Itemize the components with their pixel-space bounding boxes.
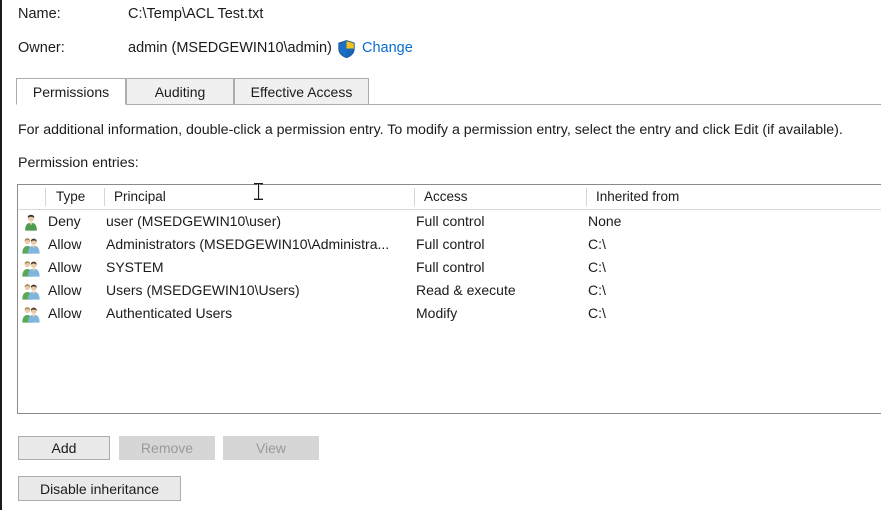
cell-access: Full control xyxy=(416,213,485,229)
permission-rows: Deny user (MSEDGEWIN10\user) Full control N… xyxy=(18,210,881,325)
cell-type: Deny xyxy=(48,213,81,229)
tab-effective-access-label: Effective Access xyxy=(250,84,353,100)
remove-button[interactable]: Remove xyxy=(119,436,215,460)
info-text: For additional information, double-click… xyxy=(18,122,843,138)
cell-type: Allow xyxy=(48,259,82,275)
cell-inherited-from: C:\ xyxy=(588,259,606,275)
column-header-inherited-from[interactable]: Inherited from xyxy=(588,185,788,209)
permission-entries-label: Permission entries: xyxy=(18,155,139,171)
cell-inherited-from: C:\ xyxy=(588,282,606,298)
owner-value: admin (MSEDGEWIN10\admin) xyxy=(128,40,332,56)
column-header-icon[interactable] xyxy=(20,185,46,209)
name-label: Name: xyxy=(18,6,61,22)
view-button[interactable]: View xyxy=(223,436,319,460)
tab-effective-access[interactable]: Effective Access xyxy=(234,78,369,105)
cell-access: Full control xyxy=(416,259,485,275)
user-icon xyxy=(22,213,40,231)
column-header-principal[interactable]: Principal xyxy=(106,185,411,209)
group-icon xyxy=(22,282,40,300)
table-row[interactable]: Deny user (MSEDGEWIN10\user) Full control N… xyxy=(18,210,881,233)
uac-shield-icon xyxy=(338,40,355,59)
group-icon xyxy=(22,259,40,277)
cell-inherited-from: C:\ xyxy=(588,305,606,321)
cell-access: Full control xyxy=(416,236,485,252)
add-button[interactable]: Add xyxy=(18,436,110,460)
column-separator xyxy=(414,188,415,206)
cell-inherited-from: None xyxy=(588,213,622,229)
tab-permissions[interactable]: Permissions xyxy=(16,78,126,105)
column-separator xyxy=(586,188,587,206)
name-value: C:\Temp\ACL Test.txt xyxy=(128,6,264,22)
column-header-access[interactable]: Access xyxy=(416,185,581,209)
advanced-security-settings-dialog: Name: C:\Temp\ACL Test.txt Owner: admin … xyxy=(0,0,881,510)
table-row[interactable]: Allow SYSTEM Full control C:\ xyxy=(18,256,881,279)
cell-access: Read & execute xyxy=(416,282,516,298)
table-row[interactable]: Allow Users (MSEDGEWIN10\Users) Read & exe… xyxy=(18,279,881,302)
cell-principal: user (MSEDGEWIN10\user) xyxy=(106,213,282,229)
owner-label: Owner: xyxy=(18,40,65,56)
tab-permissions-label: Permissions xyxy=(32,84,110,100)
cell-principal: SYSTEM xyxy=(106,259,164,275)
cell-principal: Users (MSEDGEWIN10\Users) xyxy=(106,282,300,298)
cell-inherited-from: C:\ xyxy=(588,236,606,252)
list-column-header: Type Principal Access Inherited from xyxy=(18,185,881,210)
tab-auditing[interactable]: Auditing xyxy=(126,78,234,105)
cell-type: Allow xyxy=(48,305,82,321)
table-row[interactable]: Allow Administrators (MSEDGEWIN10\Adminis… xyxy=(18,233,881,256)
group-icon xyxy=(22,305,40,323)
change-owner-link[interactable]: Change xyxy=(362,40,413,56)
tab-strip: Permissions Auditing Effective Access xyxy=(16,78,881,105)
cell-principal: Administrators (MSEDGEWIN10\Administra..… xyxy=(106,236,390,252)
cell-type: Allow xyxy=(48,236,82,252)
column-header-type[interactable]: Type xyxy=(48,185,110,209)
group-icon xyxy=(22,236,40,254)
table-row[interactable]: Allow Authenticated Users Modify C:\ xyxy=(18,302,881,325)
cell-type: Allow xyxy=(48,282,82,298)
permission-entries-list[interactable]: Type Principal Access Inherited from Den… xyxy=(17,184,881,414)
cell-access: Modify xyxy=(416,305,458,321)
cell-principal: Authenticated Users xyxy=(106,305,233,321)
disable-inheritance-button[interactable]: Disable inheritance xyxy=(18,476,181,501)
tab-auditing-label: Auditing xyxy=(154,84,206,100)
